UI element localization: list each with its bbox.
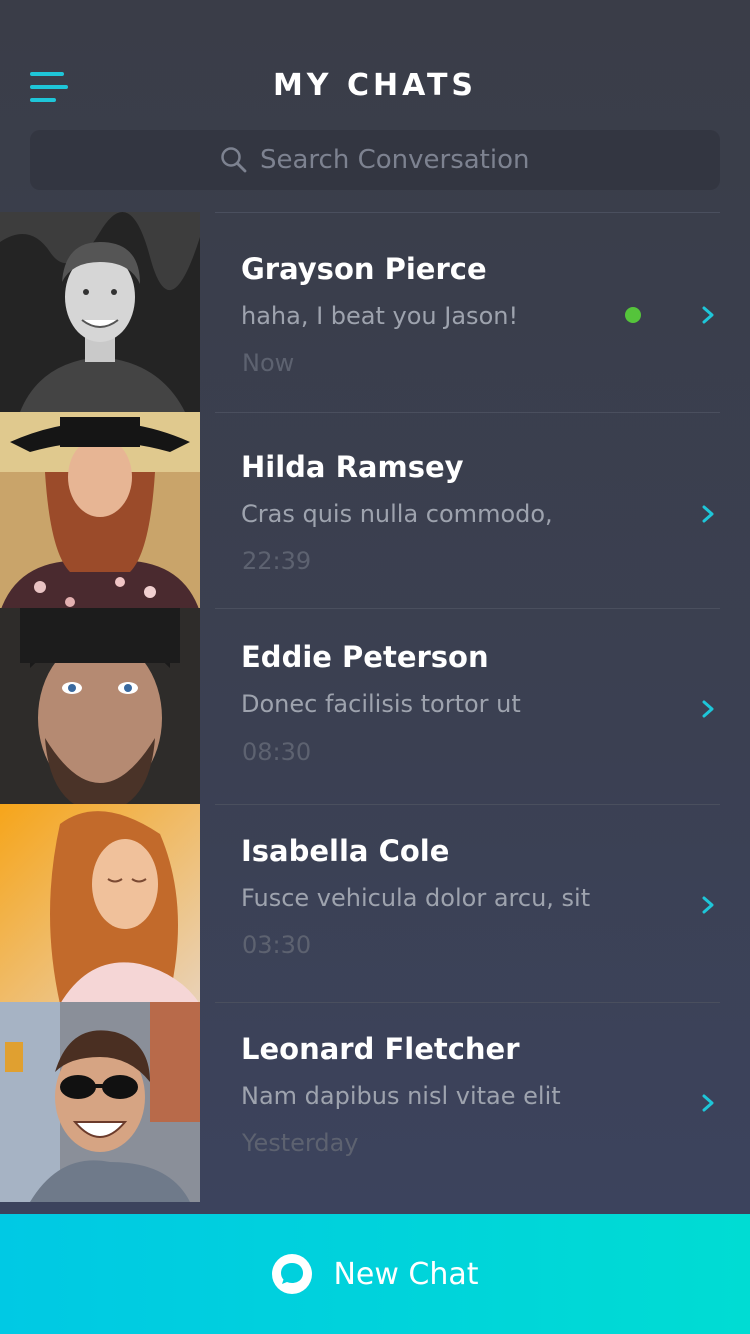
contact-name: Hilda Ramsey [241,450,464,484]
chat-screen: MY CHATS Search Conversation Grayson Pie… [0,0,750,1334]
avatar [0,1002,200,1202]
chat-info: Eddie Peterson Donec facilisis tortor ut… [200,608,750,804]
chat-list: Grayson Pierce haha, I beat you Jason! N… [0,212,750,1204]
chevron-right-icon [702,700,714,718]
chat-info: Grayson Pierce haha, I beat you Jason! N… [200,212,750,422]
chat-info: Isabella Cole Fusce vehicula dolor arcu,… [200,804,750,1002]
chat-bubble-icon [272,1254,313,1294]
search-icon [221,147,247,173]
new-chat-label: New Chat [333,1256,479,1292]
chevron-right-icon [702,1094,714,1112]
contact-name: Grayson Pierce [241,252,487,286]
last-message: Donec facilisis tortor ut [241,690,521,718]
chevron-right-icon [702,505,714,523]
chat-row[interactable]: Hilda Ramsey Cras quis nulla commodo, 22… [0,412,750,612]
chat-row[interactable]: Grayson Pierce haha, I beat you Jason! N… [0,212,750,422]
chat-row[interactable]: Leonard Fletcher Nam dapibus nisl vitae … [0,1002,750,1204]
online-status-dot [625,307,641,323]
chat-row[interactable]: Eddie Peterson Donec facilisis tortor ut… [0,608,750,808]
contact-name: Leonard Fletcher [241,1032,520,1066]
message-time: 22:39 [242,547,312,575]
new-chat-button[interactable]: New Chat [0,1214,750,1334]
search-bar[interactable] [30,130,720,190]
search-input[interactable] [260,145,530,175]
chat-info: Hilda Ramsey Cras quis nulla commodo, 22… [200,412,750,608]
contact-name: Eddie Peterson [241,640,489,674]
avatar [0,212,200,412]
avatar [0,608,200,808]
chat-info: Leonard Fletcher Nam dapibus nisl vitae … [200,1002,750,1204]
message-time: 08:30 [242,738,312,766]
contact-name: Isabella Cole [241,834,450,868]
last-message: Nam dapibus nisl vitae elit [241,1082,561,1110]
last-message: Cras quis nulla commodo, [241,500,553,528]
chevron-right-icon [702,306,714,324]
page-title: MY CHATS [272,68,478,103]
message-time: Now [242,349,295,377]
avatar [0,804,200,1004]
avatar [0,412,200,612]
header: MY CHATS [0,0,750,200]
last-message: Fusce vehicula dolor arcu, sit [241,884,591,912]
message-time: 03:30 [242,931,312,959]
last-message: haha, I beat you Jason! [241,302,519,330]
chat-row[interactable]: Isabella Cole Fusce vehicula dolor arcu,… [0,804,750,1004]
chevron-right-icon [702,896,714,914]
message-time: Yesterday [242,1129,359,1157]
